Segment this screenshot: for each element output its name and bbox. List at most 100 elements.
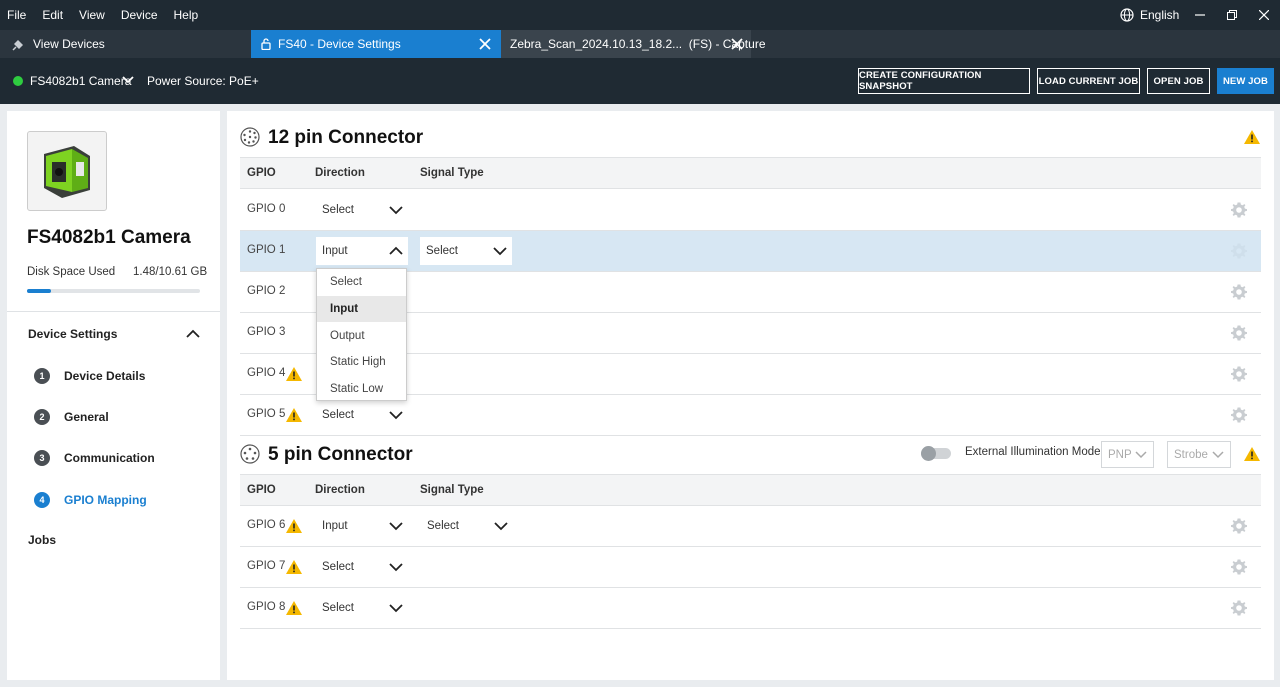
connector-5-title: 5 pin Connector	[268, 444, 413, 465]
sidebar: FS4082b1 Camera Disk Space Used 1.48/10.…	[7, 111, 220, 680]
chevron-down-icon	[389, 206, 403, 215]
open-job-button[interactable]: OPEN JOB	[1147, 68, 1210, 94]
direction-select[interactable]: Select	[316, 594, 408, 622]
gpio-label: GPIO 0	[247, 203, 286, 215]
connector-12-title: 12 pin Connector	[268, 127, 424, 148]
menu-view[interactable]: View	[71, 8, 113, 22]
menu-file[interactable]: File	[0, 8, 34, 22]
menu-edit[interactable]: Edit	[34, 8, 71, 22]
sidebar-item-jobs[interactable]: Jobs	[28, 533, 56, 547]
device-name[interactable]: FS4082b1 Camera	[30, 74, 131, 88]
tab-view-devices-label: View Devices	[33, 37, 105, 51]
unlock-icon	[261, 38, 271, 50]
direction-select[interactable]: Select	[316, 401, 408, 429]
table-row: GPIO 8 Select	[240, 588, 1261, 629]
direction-select[interactable]: Input	[316, 512, 408, 540]
dropdown-option-static-low[interactable]: Static Low	[317, 376, 406, 403]
chevron-down-icon[interactable]	[121, 73, 135, 87]
warning-icon	[1244, 130, 1260, 144]
dropdown-option-output[interactable]: Output	[317, 322, 406, 349]
header-direction: Direction	[315, 167, 365, 179]
close-window-icon[interactable]	[1248, 0, 1280, 30]
warning-icon	[286, 519, 302, 533]
header-gpio: GPIO	[247, 484, 276, 496]
signal-type-value: Select	[427, 520, 459, 532]
status-indicator	[13, 76, 23, 86]
language-selector[interactable]: English	[1120, 0, 1179, 30]
load-current-job-button[interactable]: LOAD CURRENT JOB	[1037, 68, 1140, 94]
sidebar-item-label: Device Details	[64, 369, 146, 383]
dropdown-option-input[interactable]: Input	[317, 295, 406, 323]
gear-icon[interactable]	[1230, 242, 1248, 260]
gear-icon[interactable]	[1230, 517, 1248, 535]
camera-image	[27, 131, 107, 211]
language-label: English	[1140, 8, 1180, 22]
minimize-icon[interactable]	[1184, 0, 1216, 30]
strobe-select[interactable]: Strobe	[1167, 441, 1231, 468]
gear-icon[interactable]	[1230, 201, 1248, 219]
chevron-down-icon	[493, 247, 507, 256]
step-number: 3	[34, 450, 50, 466]
gear-icon[interactable]	[1230, 365, 1248, 383]
menu-device[interactable]: Device	[113, 8, 166, 22]
direction-select[interactable]: Select	[316, 196, 408, 224]
power-source: Power Source: PoE+	[147, 74, 259, 88]
signal-type-select[interactable]: Select	[421, 512, 513, 540]
sidebar-item-gpio-mapping[interactable]: 4 GPIO Mapping	[34, 491, 147, 509]
direction-select[interactable]: Select	[316, 553, 408, 581]
direction-select[interactable]: Input	[316, 237, 408, 265]
device-settings-section[interactable]: Device Settings	[28, 327, 117, 341]
restore-icon[interactable]	[1216, 0, 1248, 30]
tab-bar: View Devices FS40 - Device Settings Zebr…	[0, 30, 1280, 58]
gpio-label: GPIO 8	[247, 601, 286, 613]
chevron-down-icon	[494, 522, 508, 531]
chevron-down-icon	[389, 411, 403, 420]
gear-icon[interactable]	[1230, 558, 1248, 576]
sidebar-item-label: GPIO Mapping	[64, 493, 147, 507]
sidebar-item-device-details[interactable]: 1 Device Details	[34, 367, 145, 385]
external-illumination-toggle[interactable]	[921, 446, 951, 461]
chevron-down-icon	[389, 563, 403, 572]
direction-value: Select	[322, 204, 354, 216]
window-controls	[1184, 0, 1280, 30]
direction-dropdown-menu: Select Input Output Static High Static L…	[316, 268, 407, 401]
gear-icon[interactable]	[1230, 283, 1248, 301]
sidebar-item-label: General	[64, 410, 109, 424]
chevron-up-icon[interactable]	[185, 326, 201, 342]
tab-capture[interactable]: Zebra_Scan_2024.10.13_18.2... (FS) - Cap…	[501, 30, 766, 58]
dropdown-option-static-high[interactable]: Static High	[317, 349, 406, 376]
signal-type-select[interactable]: Select	[420, 237, 512, 265]
table-row: GPIO 0 Select	[240, 190, 1261, 231]
warning-icon	[286, 601, 302, 615]
header-direction: Direction	[315, 484, 365, 496]
tab-device-settings[interactable]: FS40 - Device Settings	[251, 30, 501, 58]
tab-capture-label: Zebra_Scan_2024.10.13_18.2... (FS) - Cap…	[510, 37, 766, 51]
direction-value: Select	[322, 409, 354, 421]
tab-view-devices[interactable]: View Devices	[0, 30, 251, 58]
warning-icon	[286, 408, 302, 422]
direction-value: Input	[322, 245, 348, 257]
gpio-label: GPIO 5	[247, 408, 286, 420]
pnp-select[interactable]: PNP	[1101, 441, 1154, 468]
warning-icon	[286, 367, 302, 381]
chevron-up-icon	[389, 246, 403, 255]
disk-usage-fill	[27, 289, 52, 293]
create-snapshot-button[interactable]: CREATE CONFIGURATION SNAPSHOT	[858, 68, 1030, 94]
gear-icon[interactable]	[1230, 406, 1248, 424]
close-tab-icon[interactable]	[477, 36, 493, 52]
sidebar-item-communication[interactable]: 3 Communication	[34, 449, 155, 467]
sidebar-item-general[interactable]: 2 General	[34, 408, 109, 426]
table-header-5pin: GPIO Direction Signal Type	[240, 474, 1261, 506]
new-job-button[interactable]: NEW JOB	[1217, 68, 1274, 94]
menu-help[interactable]: Help	[166, 8, 207, 22]
close-tab-icon[interactable]	[729, 36, 745, 52]
strobe-value: Strobe	[1174, 448, 1208, 461]
chevron-down-icon	[389, 604, 403, 613]
gear-icon[interactable]	[1230, 324, 1248, 342]
tab-device-settings-label: FS40 - Device Settings	[278, 37, 401, 51]
signal-type-value: Select	[426, 245, 458, 257]
disk-usage-bar	[27, 289, 200, 293]
dropdown-option-select[interactable]: Select	[317, 269, 406, 296]
chevron-down-icon	[1212, 451, 1224, 459]
gear-icon[interactable]	[1230, 599, 1248, 617]
